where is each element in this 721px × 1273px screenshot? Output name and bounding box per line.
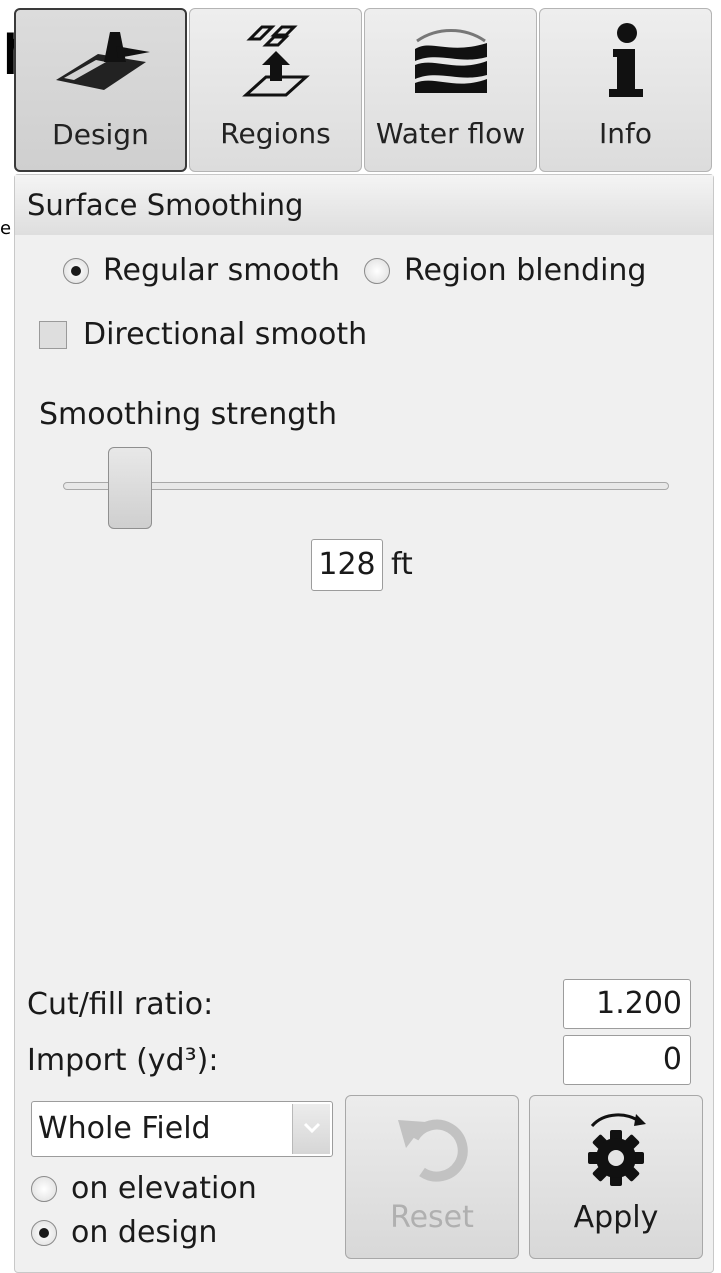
tab-design[interactable]: Design bbox=[14, 8, 187, 172]
tab-water-flow-label: Water flow bbox=[375, 117, 526, 150]
region-blending-label[interactable]: Region blending bbox=[404, 253, 647, 288]
on-design-radio[interactable] bbox=[31, 1219, 57, 1246]
regular-smooth-radio[interactable] bbox=[63, 257, 89, 284]
cut-fill-ratio-label: Cut/fill ratio: bbox=[27, 987, 214, 1022]
on-elevation-radio[interactable] bbox=[31, 1175, 57, 1202]
design-icon bbox=[46, 22, 156, 106]
on-elevation-row: on elevation bbox=[31, 1171, 281, 1206]
regions-icon bbox=[236, 21, 316, 105]
on-design-label[interactable]: on design bbox=[71, 1215, 217, 1250]
reset-button[interactable]: Reset bbox=[345, 1095, 519, 1259]
scope-select[interactable]: Whole Field bbox=[31, 1101, 333, 1157]
directional-smooth-checkbox[interactable] bbox=[39, 320, 67, 349]
regular-smooth-label[interactable]: Regular smooth bbox=[103, 253, 340, 288]
smoothing-strength-unit: ft bbox=[391, 547, 413, 582]
background-text-fragment: e bbox=[0, 218, 12, 239]
on-elevation-label[interactable]: on elevation bbox=[71, 1171, 257, 1206]
undo-icon bbox=[392, 1108, 472, 1192]
tab-regions[interactable]: Regions bbox=[189, 8, 362, 172]
surface-smoothing-panel: Surface Smoothing Regular smooth Region … bbox=[14, 174, 714, 1273]
scope-select-value: Whole Field bbox=[38, 1111, 211, 1146]
smoothing-strength-slider-thumb[interactable] bbox=[108, 447, 152, 529]
toolbar: Design Regions Water flow Info bbox=[12, 4, 715, 172]
reset-button-label: Reset bbox=[390, 1200, 474, 1235]
info-icon bbox=[601, 21, 651, 105]
import-input[interactable]: 0 bbox=[563, 1035, 691, 1085]
import-label: Import (yd³): bbox=[27, 1043, 219, 1078]
cut-fill-ratio-input[interactable]: 1.200 bbox=[563, 979, 691, 1029]
on-design-row: on design bbox=[31, 1215, 241, 1250]
smoothing-strength-label: Smoothing strength bbox=[39, 397, 338, 432]
region-blending-radio[interactable] bbox=[363, 257, 390, 284]
directional-smooth-row: Directional smooth bbox=[39, 317, 367, 352]
tab-info[interactable]: Info bbox=[539, 8, 712, 172]
gear-icon bbox=[576, 1108, 656, 1196]
tab-water-flow[interactable]: Water flow bbox=[364, 8, 537, 172]
tab-info-label: Info bbox=[599, 117, 652, 150]
apply-button-label: Apply bbox=[573, 1200, 659, 1235]
smoothing-strength-input[interactable]: 128 bbox=[311, 539, 383, 591]
apply-button[interactable]: Apply bbox=[529, 1095, 703, 1259]
smooth-mode-group: Regular smooth Region blending bbox=[63, 253, 670, 288]
tab-regions-label: Regions bbox=[220, 117, 331, 150]
scope-select-button[interactable] bbox=[292, 1104, 330, 1154]
chevron-down-icon bbox=[303, 1122, 321, 1134]
tab-design-label: Design bbox=[52, 118, 149, 151]
directional-smooth-label[interactable]: Directional smooth bbox=[83, 317, 367, 352]
panel-title: Surface Smoothing bbox=[15, 175, 713, 235]
water-flow-icon bbox=[409, 21, 493, 105]
smoothing-strength-slider-track[interactable] bbox=[63, 482, 669, 490]
